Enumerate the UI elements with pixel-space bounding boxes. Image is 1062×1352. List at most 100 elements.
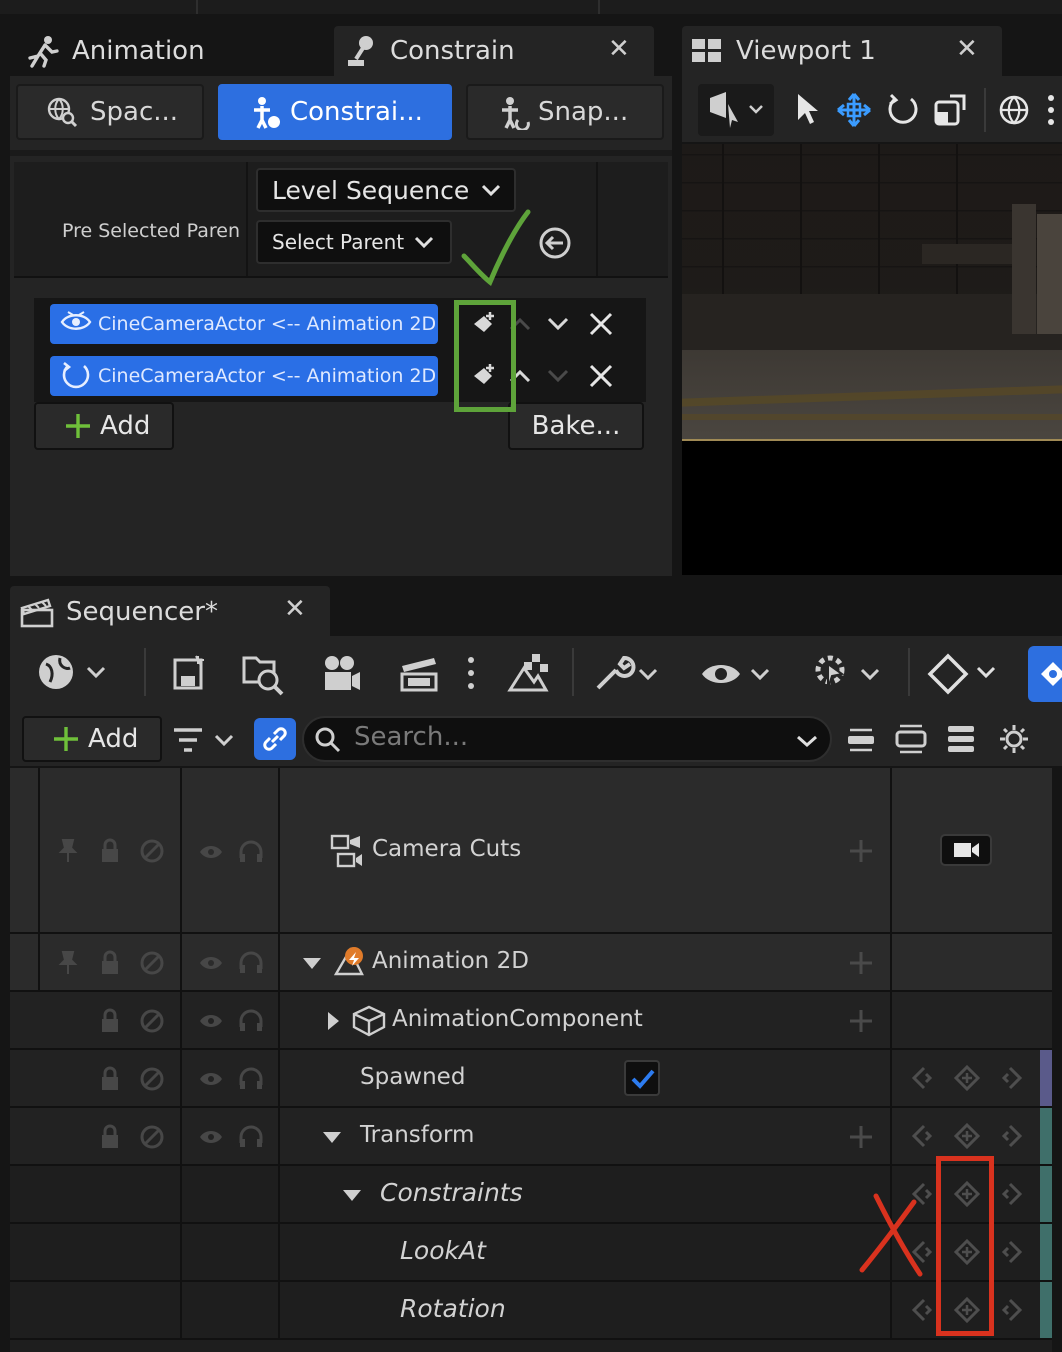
add-constraint-button[interactable]: Add — [34, 402, 174, 450]
space-mode-button[interactable]: Spac... — [16, 84, 204, 140]
more-vertical-icon[interactable] — [466, 656, 476, 690]
camera-cuts-icon — [330, 834, 362, 868]
next-key-icon[interactable] — [1000, 1238, 1024, 1266]
lock-camera-button[interactable] — [940, 834, 992, 866]
find-in-browser-icon[interactable] — [240, 652, 284, 696]
constraint-chip-lookat[interactable]: CineCameraActor <-- Animation 2D — [50, 304, 438, 344]
track-row-animation-2d[interactable]: Animation 2D — [10, 934, 1052, 992]
mute-icon[interactable] — [139, 1124, 165, 1150]
world-space-icon[interactable] — [998, 94, 1030, 126]
previous-key-icon[interactable] — [910, 1064, 934, 1092]
move-down-icon[interactable] — [546, 316, 570, 332]
key-diamond-icon[interactable] — [926, 652, 998, 696]
next-key-icon[interactable] — [1000, 1064, 1024, 1092]
lock-icon[interactable] — [99, 1008, 121, 1034]
director-hierarchy-icon[interactable] — [506, 650, 550, 694]
more-options-icon[interactable] — [1046, 94, 1056, 126]
next-key-icon[interactable] — [1000, 1296, 1024, 1324]
headphones-icon[interactable] — [238, 1067, 264, 1091]
previous-key-icon[interactable] — [910, 1296, 934, 1324]
visibility-eye-icon[interactable] — [198, 842, 224, 862]
auto-key-button[interactable] — [1028, 646, 1062, 702]
save-sequence-icon[interactable] — [172, 654, 206, 690]
add-key-icon[interactable] — [954, 1064, 980, 1092]
collapse-triangle-icon[interactable] — [322, 1130, 342, 1144]
bake-label: Bake... — [531, 411, 621, 441]
chevron-down-icon[interactable] — [796, 734, 818, 748]
expand-triangle-icon[interactable] — [326, 1011, 340, 1031]
previous-key-icon[interactable] — [910, 1122, 934, 1150]
add-plus-icon[interactable] — [848, 1124, 874, 1150]
lock-icon[interactable] — [99, 838, 121, 864]
bake-button[interactable]: Bake... — [508, 402, 644, 450]
viewport-render[interactable] — [682, 144, 1062, 442]
playback-settings-icon[interactable] — [810, 650, 882, 694]
wrench-icon[interactable] — [592, 652, 664, 694]
close-icon[interactable]: ✕ — [608, 34, 630, 64]
delete-icon[interactable] — [588, 311, 614, 337]
camera-actor-icon[interactable] — [322, 654, 362, 694]
pin-icon[interactable] — [58, 838, 78, 864]
list-view-icon[interactable] — [946, 724, 976, 754]
track-row-rotation[interactable]: Rotation — [10, 1282, 1052, 1340]
next-key-icon[interactable] — [1000, 1180, 1024, 1208]
search-input[interactable]: Search... — [302, 716, 832, 762]
track-row-animation-component[interactable]: AnimationComponent — [10, 992, 1052, 1050]
track-row-transform[interactable]: Transform — [10, 1108, 1052, 1166]
scale-icon[interactable] — [934, 94, 966, 126]
visibility-eye-icon[interactable] — [198, 953, 224, 973]
select-arrow-icon[interactable] — [792, 92, 822, 126]
close-icon[interactable]: ✕ — [956, 34, 978, 64]
lock-icon[interactable] — [99, 1066, 121, 1092]
track-label: Constraints — [380, 1178, 523, 1207]
render-movie-icon[interactable] — [398, 654, 440, 694]
add-plus-icon[interactable] — [848, 1008, 874, 1034]
track-row-camera-cuts[interactable]: Camera Cuts — [10, 768, 1052, 934]
headphones-icon[interactable] — [238, 1009, 264, 1033]
tab-viewport[interactable]: Viewport 1 ✕ — [682, 26, 1002, 76]
constraint-chip-rotation[interactable]: CineCameraActor <-- Animation 2D — [50, 356, 438, 396]
select-parent-dropdown[interactable]: Select Parent — [256, 220, 452, 264]
close-icon[interactable]: ✕ — [284, 594, 306, 624]
constraints-mode-button[interactable]: Constrai... — [218, 84, 452, 140]
tab-constrain[interactable]: Constrain ✕ — [334, 26, 654, 76]
add-plus-icon[interactable] — [848, 838, 874, 864]
rotate-icon[interactable] — [886, 93, 920, 127]
visibility-eye-icon[interactable] — [198, 1069, 224, 1089]
add-plus-icon[interactable] — [848, 950, 874, 976]
world-settings-icon[interactable] — [36, 652, 116, 692]
headphones-icon[interactable] — [238, 951, 264, 975]
eye-icon[interactable] — [700, 656, 772, 692]
filter-icon[interactable] — [172, 726, 236, 756]
lock-icon[interactable] — [99, 950, 121, 976]
move-down-icon[interactable] — [546, 368, 570, 384]
delete-icon[interactable] — [588, 363, 614, 389]
tab-sequencer[interactable]: Sequencer* ✕ — [10, 586, 330, 638]
link-icon — [263, 727, 287, 751]
add-key-icon[interactable] — [954, 1122, 980, 1150]
mute-icon[interactable] — [139, 1008, 165, 1034]
mute-icon[interactable] — [139, 838, 165, 864]
track-row-spawned[interactable]: Spawned — [10, 1050, 1052, 1108]
mute-icon[interactable] — [139, 950, 165, 976]
headphones-icon[interactable] — [238, 840, 264, 864]
translate-icon[interactable] — [836, 92, 872, 128]
settings-gear-icon[interactable] — [998, 723, 1030, 755]
headphones-icon[interactable] — [238, 1125, 264, 1149]
lock-icon[interactable] — [99, 1124, 121, 1150]
collapse-triangle-icon[interactable] — [342, 1188, 362, 1202]
visibility-eye-icon[interactable] — [198, 1127, 224, 1147]
collapse-triangle-icon[interactable] — [302, 956, 322, 970]
snap-mode-button[interactable]: Snap... — [466, 84, 664, 140]
view-options-button[interactable] — [698, 84, 774, 136]
spawned-checkbox[interactable] — [624, 1060, 660, 1096]
collapse-tracks-icon[interactable] — [846, 726, 876, 754]
tab-animation[interactable]: Animation — [10, 26, 330, 76]
pin-icon[interactable] — [58, 950, 78, 976]
link-toggle-button[interactable] — [254, 718, 296, 760]
visibility-eye-icon[interactable] — [198, 1011, 224, 1031]
next-key-icon[interactable] — [1000, 1122, 1024, 1150]
add-track-button[interactable]: Add — [22, 716, 162, 762]
mute-icon[interactable] — [139, 1066, 165, 1092]
expand-tracks-icon[interactable] — [894, 724, 928, 754]
